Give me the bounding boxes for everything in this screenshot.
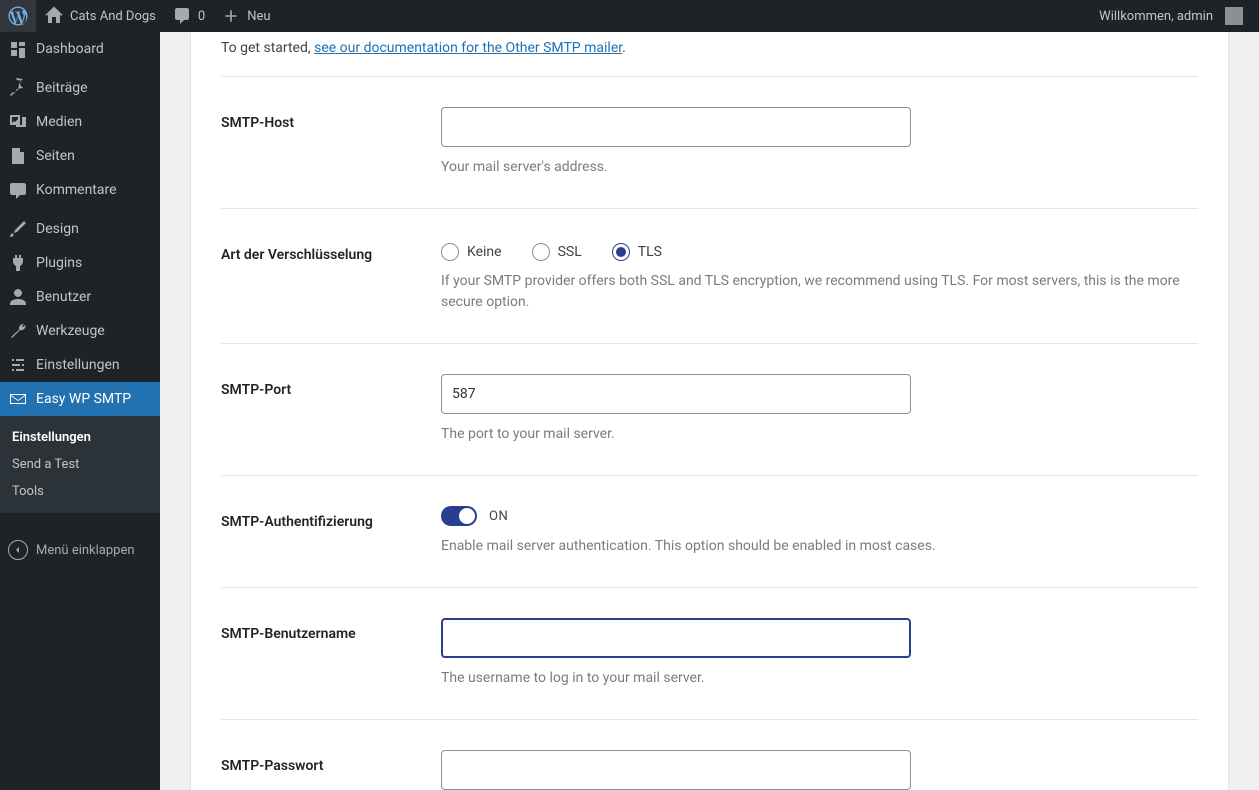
dashboard-icon <box>8 39 28 59</box>
collapse-label: Menü einklappen <box>36 543 135 558</box>
media-icon <box>8 112 28 132</box>
sidebar-label: Design <box>36 221 79 237</box>
label-encryption: Art der Verschlüsselung <box>221 239 441 313</box>
submenu: Einstellungen Send a Test Tools <box>0 416 160 513</box>
sidebar-item-appearance[interactable]: Design <box>0 212 160 246</box>
radio-icon <box>441 243 459 261</box>
plugin-icon <box>8 253 28 273</box>
row-smtp-password: SMTP-Passwort The password to log in to … <box>221 719 1198 790</box>
my-account-link[interactable]: Willkommen, admin <box>1091 0 1251 32</box>
sidebar-label: Einstellungen <box>36 357 120 373</box>
radio-none[interactable]: Keine <box>441 243 502 261</box>
sidebar-item-tools[interactable]: Werkzeuge <box>0 314 160 348</box>
pin-icon <box>8 78 28 98</box>
home-icon <box>44 6 64 26</box>
documentation-link[interactable]: see our documentation for the Other SMTP… <box>314 40 622 56</box>
sidebar-item-comments[interactable]: Kommentare <box>0 173 160 207</box>
admin-sidebar: Dashboard Beiträge Medien Seiten Komment… <box>0 32 160 790</box>
page-icon <box>8 146 28 166</box>
smtp-username-input[interactable] <box>441 618 911 658</box>
welcome-text: Willkommen, admin <box>1099 9 1213 24</box>
sidebar-label: Beiträge <box>36 80 88 96</box>
label-smtp-auth: SMTP-Authentifizierung <box>221 506 441 557</box>
main-content: To get started, see our documentation fo… <box>160 32 1259 790</box>
new-content-link[interactable]: Neu <box>213 0 278 32</box>
new-content-label: Neu <box>247 9 270 24</box>
radio-label-tls: TLS <box>638 244 662 260</box>
submenu-item-tools[interactable]: Tools <box>0 478 160 505</box>
sidebar-label: Seiten <box>36 148 75 164</box>
radio-icon <box>532 243 550 261</box>
desc-smtp-port: The port to your mail server. <box>441 424 1198 445</box>
label-smtp-password: SMTP-Passwort <box>221 750 441 790</box>
label-smtp-host: SMTP-Host <box>221 107 441 178</box>
sidebar-item-easy-wp-smtp[interactable]: Easy WP SMTP <box>0 382 160 416</box>
row-smtp-port: SMTP-Port The port to your mail server. <box>221 343 1198 475</box>
intro-suffix: . <box>622 40 626 56</box>
smtp-port-input[interactable] <box>441 374 911 414</box>
settings-panel: To get started, see our documentation fo… <box>190 32 1229 790</box>
sidebar-label: Dashboard <box>36 41 104 57</box>
submenu-item-send-test[interactable]: Send a Test <box>0 451 160 478</box>
intro-prefix: To get started, <box>221 40 314 56</box>
comments-count: 0 <box>198 9 205 24</box>
row-encryption: Art der Verschlüsselung Keine SSL <box>221 208 1198 343</box>
radio-icon <box>612 243 630 261</box>
row-smtp-username: SMTP-Benutzername The username to log in… <box>221 587 1198 719</box>
sidebar-item-pages[interactable]: Seiten <box>0 139 160 173</box>
desc-smtp-host: Your mail server's address. <box>441 157 1198 178</box>
sidebar-item-media[interactable]: Medien <box>0 105 160 139</box>
user-icon <box>8 287 28 307</box>
sidebar-label: Werkzeuge <box>36 323 105 339</box>
settings-icon <box>8 355 28 375</box>
sidebar-label: Plugins <box>36 255 82 271</box>
comment-icon <box>172 6 192 26</box>
sidebar-label: Easy WP SMTP <box>36 391 131 407</box>
plus-icon <box>221 6 241 26</box>
label-smtp-port: SMTP-Port <box>221 374 441 445</box>
mail-icon <box>8 389 28 409</box>
intro-text: To get started, see our documentation fo… <box>221 32 1198 56</box>
toggle-knob <box>459 508 475 524</box>
radio-tls[interactable]: TLS <box>612 243 662 261</box>
wrench-icon <box>8 321 28 341</box>
sidebar-item-plugins[interactable]: Plugins <box>0 246 160 280</box>
sidebar-item-dashboard[interactable]: Dashboard <box>0 32 160 66</box>
auth-toggle[interactable] <box>441 506 477 526</box>
encryption-radios: Keine SSL TLS <box>441 243 1198 261</box>
smtp-host-input[interactable] <box>441 107 911 147</box>
row-smtp-host: SMTP-Host Your mail server's address. <box>221 76 1198 208</box>
sidebar-label: Kommentare <box>36 182 117 198</box>
wp-logo[interactable] <box>0 0 36 32</box>
desc-encryption: If your SMTP provider offers both SSL an… <box>441 271 1198 313</box>
sidebar-item-settings[interactable]: Einstellungen <box>0 348 160 382</box>
comment-icon <box>8 180 28 200</box>
radio-label-ssl: SSL <box>558 244 582 260</box>
toggle-state: ON <box>489 509 508 524</box>
comments-link[interactable]: 0 <box>164 0 213 32</box>
submenu-item-settings[interactable]: Einstellungen <box>0 424 160 451</box>
admin-bar: Cats And Dogs 0 Neu Willkommen, admin <box>0 0 1259 32</box>
sidebar-label: Medien <box>36 114 82 130</box>
collapse-icon <box>8 540 28 560</box>
collapse-menu[interactable]: Menü einklappen <box>0 533 160 567</box>
radio-label-none: Keine <box>467 244 502 260</box>
wordpress-icon <box>8 6 28 26</box>
site-name-text: Cats And Dogs <box>70 9 156 24</box>
desc-smtp-username: The username to log in to your mail serv… <box>441 668 1198 689</box>
sidebar-item-users[interactable]: Benutzer <box>0 280 160 314</box>
row-smtp-auth: SMTP-Authentifizierung ON Enable mail se… <box>221 475 1198 587</box>
label-smtp-username: SMTP-Benutzername <box>221 618 441 689</box>
avatar <box>1225 7 1243 25</box>
sidebar-label: Benutzer <box>36 289 91 305</box>
sidebar-item-posts[interactable]: Beiträge <box>0 71 160 105</box>
smtp-password-input[interactable] <box>441 750 911 790</box>
desc-smtp-auth: Enable mail server authentication. This … <box>441 536 1198 557</box>
radio-ssl[interactable]: SSL <box>532 243 582 261</box>
site-name-link[interactable]: Cats And Dogs <box>36 0 164 32</box>
brush-icon <box>8 219 28 239</box>
